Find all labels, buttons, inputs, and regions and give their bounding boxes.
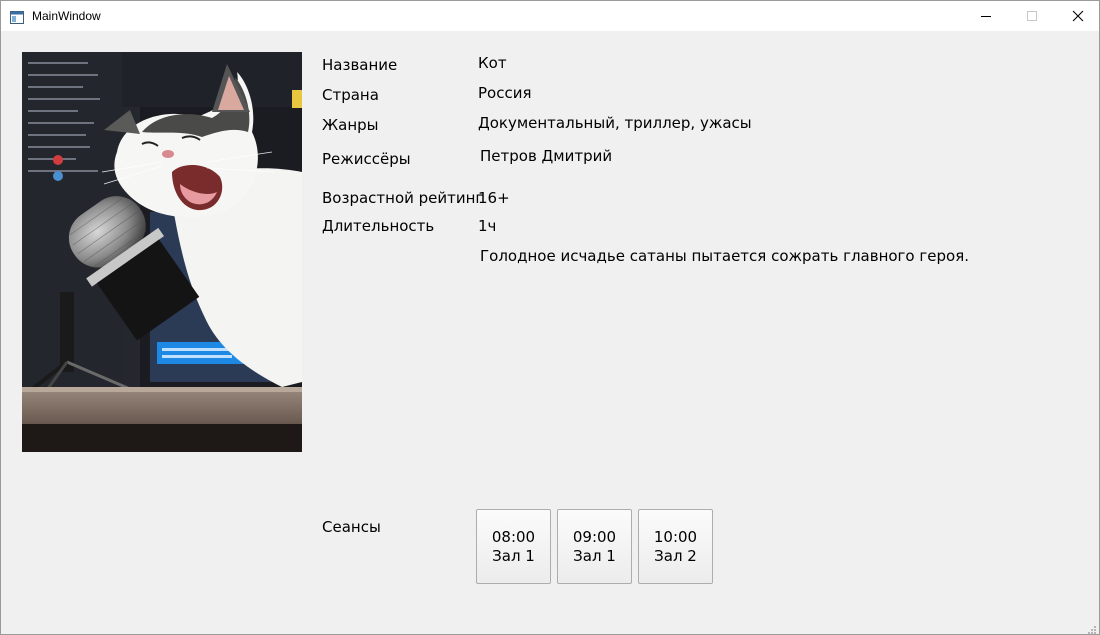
label-directors: Режиссёры [322, 150, 411, 168]
movie-description: Голодное исчадье сатаны пытается сожрать… [480, 247, 969, 265]
session-button[interactable]: 10:00 Зал 2 [638, 509, 713, 584]
session-time: 10:00 [653, 527, 698, 546]
session-hall: Зал 2 [654, 546, 697, 565]
movie-poster [22, 52, 302, 452]
minimize-button[interactable] [963, 1, 1009, 31]
value-country: Россия [478, 84, 532, 102]
close-button[interactable] [1055, 1, 1100, 31]
app-window-icon [10, 9, 24, 24]
window-title: MainWindow [32, 9, 101, 23]
value-title: Кот [478, 54, 507, 72]
value-age-rating: 16+ [478, 189, 510, 207]
main-window: MainWindow Название Кот Страна Россия Жа… [0, 0, 1100, 635]
label-title: Название [322, 56, 398, 74]
value-genres: Документальный, триллер, ужасы [478, 114, 752, 132]
session-hall: Зал 1 [573, 546, 616, 565]
maximize-icon [1026, 7, 1038, 26]
cat-microphone-photo [22, 52, 302, 452]
value-directors: Петров Дмитрий [480, 147, 613, 165]
session-button[interactable]: 09:00 Зал 1 [557, 509, 632, 584]
title-bar[interactable]: MainWindow [1, 1, 1099, 31]
sessions-label: Сеансы [322, 518, 381, 536]
label-country: Страна [322, 86, 379, 104]
resize-grip-icon[interactable] [1085, 620, 1097, 634]
label-genres: Жанры [322, 116, 379, 134]
session-hall: Зал 1 [492, 546, 535, 565]
session-button[interactable]: 08:00 Зал 1 [476, 509, 551, 584]
close-icon [1072, 7, 1084, 26]
session-time: 09:00 [572, 527, 617, 546]
label-age-rating: Возрастной рейтинг [322, 189, 484, 207]
minimize-icon [980, 7, 992, 26]
label-duration: Длительность [322, 217, 435, 235]
maximize-button[interactable] [1009, 1, 1055, 31]
value-duration: 1ч [478, 217, 497, 235]
session-time: 08:00 [491, 527, 536, 546]
